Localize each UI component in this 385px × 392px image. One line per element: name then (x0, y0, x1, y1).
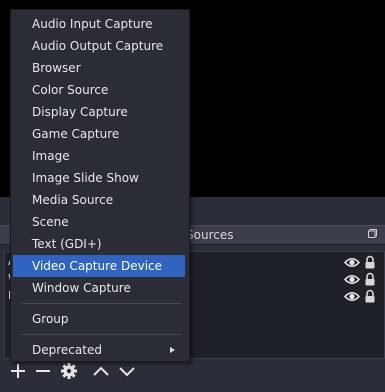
plus-icon[interactable] (8, 361, 28, 381)
menu-item-browser[interactable]: Browser (13, 57, 185, 79)
menu-item-group[interactable]: Group (13, 308, 185, 330)
menu-item-display-capture[interactable]: Display Capture (13, 101, 185, 123)
submenu-arrow-icon (170, 347, 175, 353)
menu-item-image[interactable]: Image (13, 145, 185, 167)
gear-icon[interactable] (59, 361, 79, 381)
menu-item-scene[interactable]: Scene (13, 211, 185, 233)
menu-item-audio-input-capture[interactable]: Audio Input Capture (13, 13, 185, 35)
menu-item-color-source[interactable]: Color Source (13, 79, 185, 101)
menu-separator (21, 303, 181, 304)
menu-item-game-capture[interactable]: Game Capture (13, 123, 185, 145)
menu-item-image-slide-show[interactable]: Image Slide Show (13, 167, 185, 189)
menu-item-audio-output-capture[interactable]: Audio Output Capture (13, 35, 185, 57)
add-source-context-menu: Audio Input Capture Audio Output Capture… (10, 9, 190, 362)
menu-item-window-capture[interactable]: Window Capture (13, 277, 185, 299)
eye-icon[interactable] (344, 257, 360, 268)
menu-item-text-gdi[interactable]: Text (GDI+) (13, 233, 185, 255)
menu-item-deprecated-label: Deprecated (32, 343, 102, 357)
chevron-up-icon[interactable] (91, 361, 111, 381)
sources-panel-title: Sources (186, 228, 234, 242)
menu-item-deprecated[interactable]: Deprecated (13, 339, 185, 361)
eye-icon[interactable] (344, 291, 360, 302)
menu-separator (21, 334, 181, 335)
lock-icon[interactable] (363, 255, 377, 269)
eye-icon[interactable] (344, 274, 360, 285)
menu-item-media-source[interactable]: Media Source (13, 189, 185, 211)
lock-icon[interactable] (363, 272, 377, 286)
menu-item-video-capture-device[interactable]: Video Capture Device (13, 255, 185, 277)
minus-icon[interactable] (33, 361, 53, 381)
lock-icon[interactable] (363, 289, 377, 303)
undock-icon[interactable] (368, 229, 377, 238)
chevron-down-icon[interactable] (117, 361, 137, 381)
